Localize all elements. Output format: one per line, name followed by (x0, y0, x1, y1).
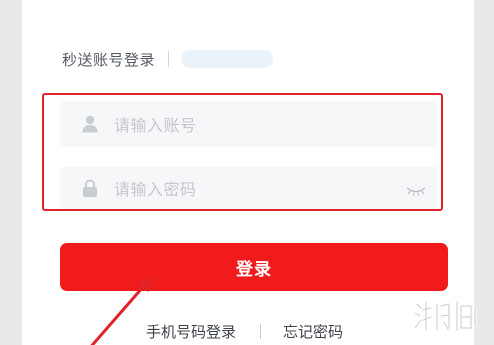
tab-divider (168, 51, 170, 67)
login-tab-row: 秒送账号登录 (62, 47, 274, 71)
blurred-tab[interactable] (181, 50, 274, 68)
login-screen: 秒送账号登录 请输入账号 请输入密码 登录 手机号码登录 忘记密码 (0, 0, 494, 345)
phone-login-link[interactable]: 手机号码登录 (146, 321, 236, 342)
footer-links: 手机号码登录 忘记密码 (146, 320, 343, 342)
footer-divider (260, 323, 262, 339)
highlight-annotation-box (42, 93, 443, 211)
login-button[interactable]: 登录 (60, 243, 448, 291)
forgot-password-link[interactable]: 忘记密码 (283, 321, 343, 342)
watermark-logo-icon (413, 300, 477, 332)
tab-account-login[interactable]: 秒送账号登录 (62, 49, 155, 70)
